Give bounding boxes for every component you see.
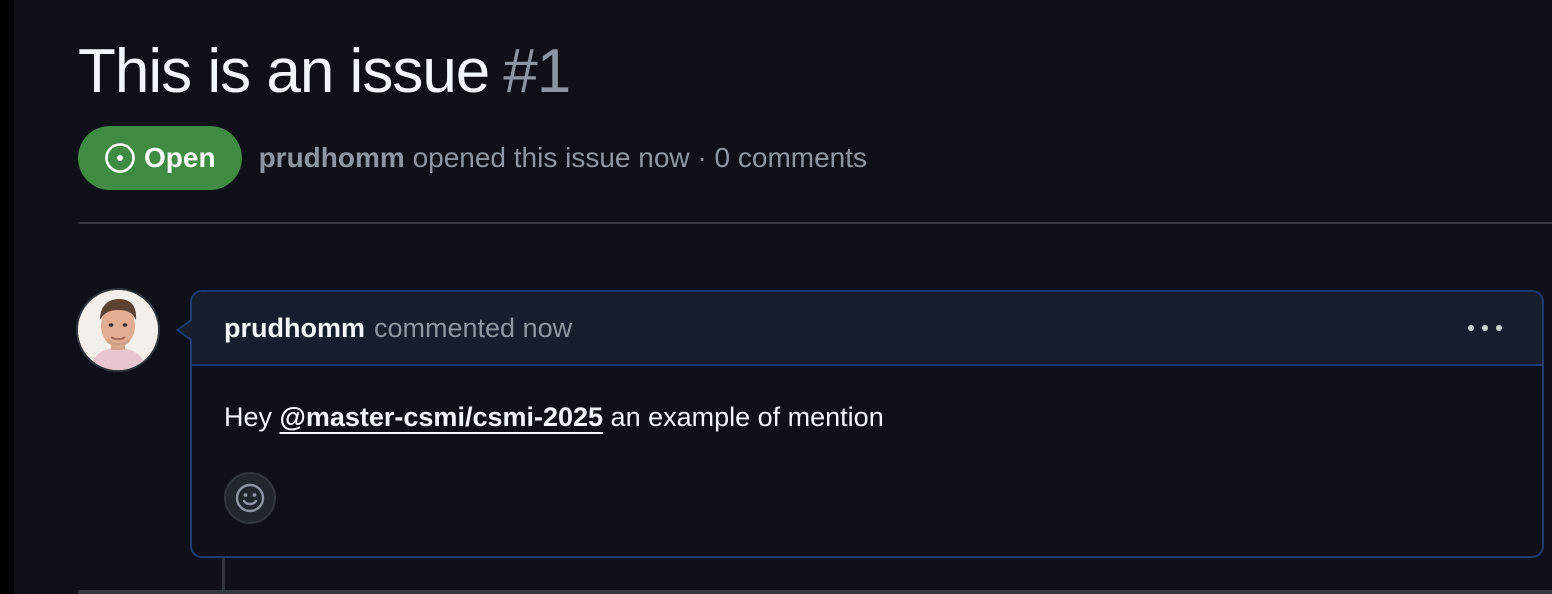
timeline-divider bbox=[78, 590, 1552, 594]
header-divider bbox=[78, 222, 1552, 224]
timeline-connector bbox=[222, 558, 225, 594]
add-reaction-button[interactable] bbox=[224, 472, 276, 524]
state-label: Open bbox=[144, 142, 216, 173]
team-mention-link[interactable]: @master-csmi/csmi-2025 bbox=[280, 402, 604, 432]
window-edge bbox=[0, 0, 14, 594]
kebab-dot bbox=[1496, 325, 1502, 331]
issue-meta-text: prudhomm opened this issue now · 0 comme… bbox=[259, 142, 867, 174]
kebab-dot bbox=[1468, 325, 1474, 331]
issue-opened-icon bbox=[105, 143, 135, 173]
comment-text-prefix: Hey bbox=[224, 402, 280, 432]
issue-meta: Open prudhomm opened this issue now · 0 … bbox=[78, 126, 867, 190]
comment-options-button[interactable] bbox=[1468, 314, 1502, 342]
comment-author-link[interactable]: prudhomm bbox=[224, 313, 365, 344]
issue-title-text: This is an issue bbox=[78, 37, 490, 106]
issue-author-link[interactable]: prudhomm bbox=[259, 142, 405, 173]
issue-title: This is an issue #1 bbox=[78, 34, 571, 110]
avatar[interactable] bbox=[78, 290, 158, 370]
comment-header: prudhomm commented now bbox=[192, 292, 1542, 366]
kebab-dot bbox=[1482, 325, 1488, 331]
issue-opened-text: opened this issue now · 0 comments bbox=[412, 142, 868, 173]
comment-pointer-fill bbox=[179, 320, 193, 340]
state-badge: Open bbox=[78, 126, 242, 190]
avatar-image bbox=[78, 290, 158, 370]
comment-body: Hey @master-csmi/csmi-2025 an example of… bbox=[192, 366, 1542, 433]
comment-card: prudhomm commented now Hey @master-csmi/… bbox=[190, 290, 1544, 558]
comment-timestamp: commented now bbox=[374, 312, 573, 343]
issue-number: #1 bbox=[503, 37, 571, 106]
smiley-icon bbox=[235, 483, 265, 513]
comment-text-suffix: an example of mention bbox=[603, 402, 884, 432]
